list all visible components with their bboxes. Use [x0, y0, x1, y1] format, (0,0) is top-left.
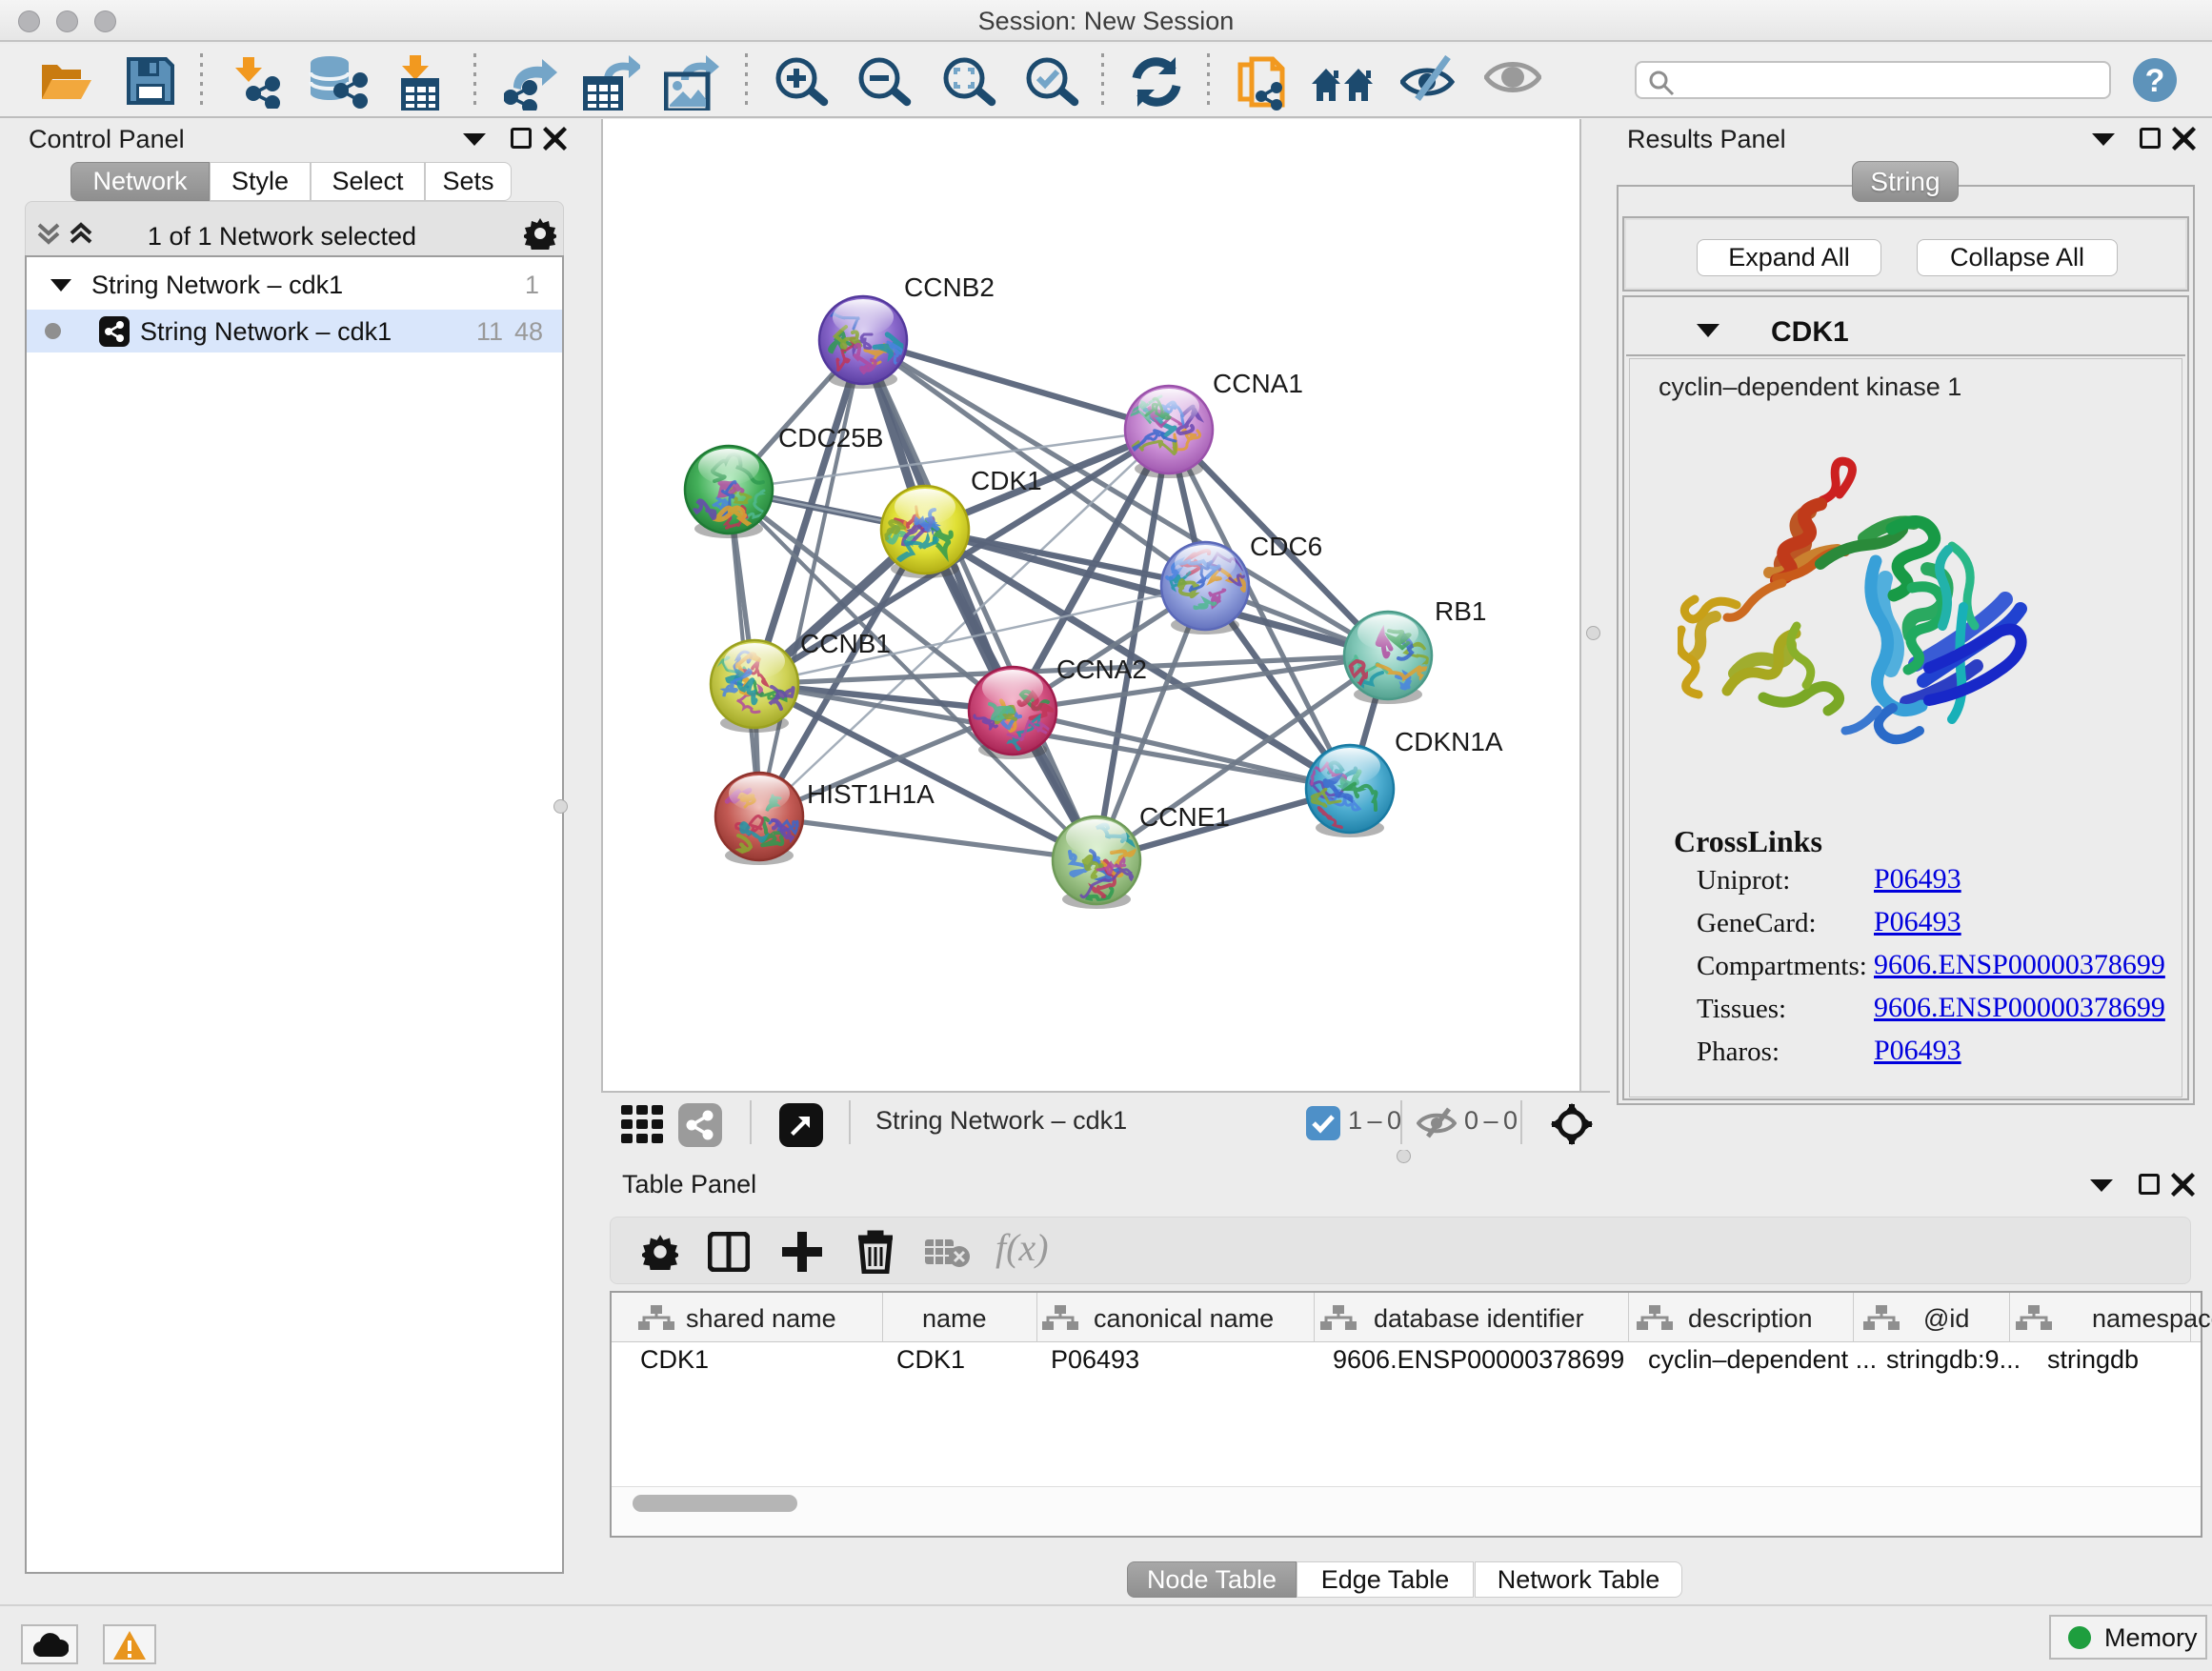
- svg-text:CCNE1: CCNE1: [1139, 802, 1230, 832]
- svg-text:CDK1: CDK1: [971, 466, 1042, 495]
- svg-text:RB1: RB1: [1435, 596, 1486, 626]
- svg-text:CDC6: CDC6: [1250, 532, 1322, 561]
- svg-text:CDKN1A: CDKN1A: [1395, 727, 1503, 756]
- svg-text:CCNB2: CCNB2: [904, 272, 995, 302]
- svg-text:CCNA2: CCNA2: [1056, 654, 1147, 684]
- svg-text:?: ?: [2145, 63, 2165, 99]
- svg-text:CCNB1: CCNB1: [800, 629, 891, 658]
- svg-text:CDC25B: CDC25B: [778, 423, 883, 453]
- svg-text:HIST1H1A: HIST1H1A: [807, 779, 935, 809]
- svg-text:CCNA1: CCNA1: [1213, 369, 1303, 398]
